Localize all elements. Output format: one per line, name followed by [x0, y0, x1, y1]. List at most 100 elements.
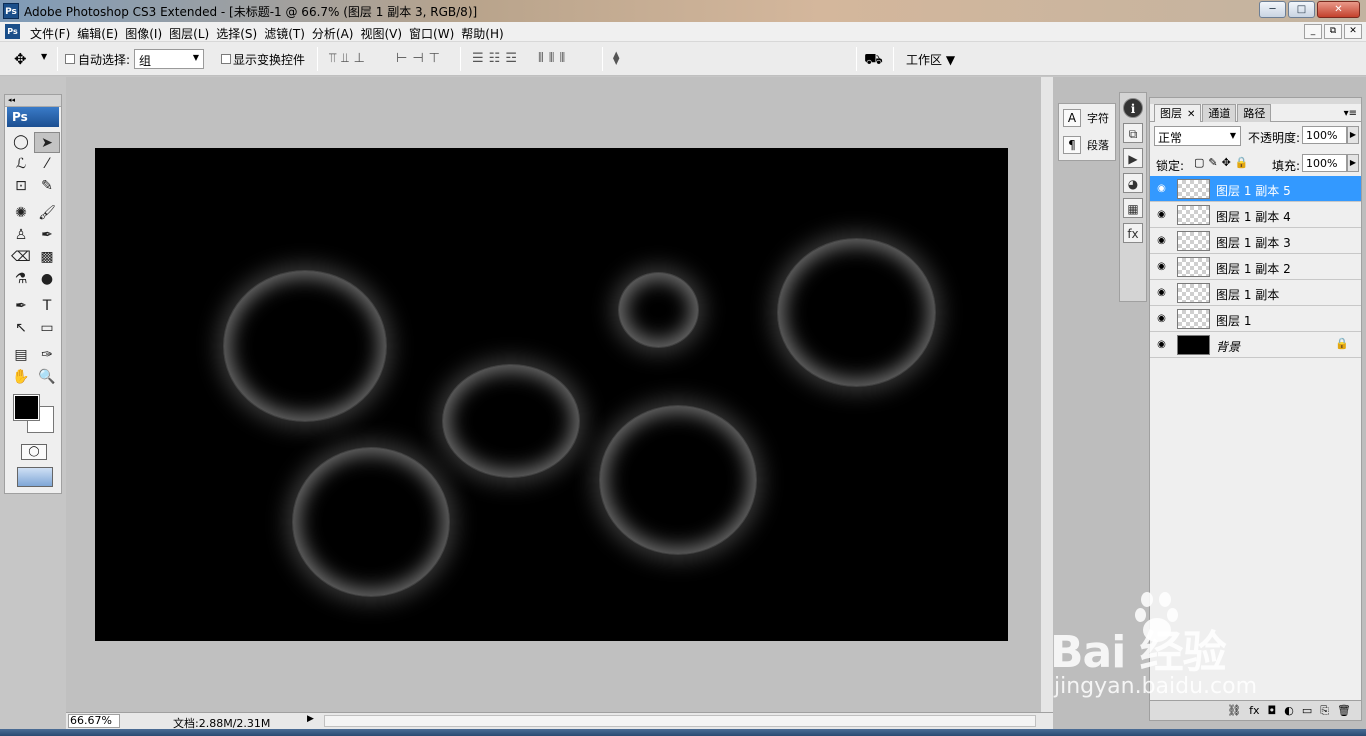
- delete-layer-icon[interactable]: 🗑: [1337, 704, 1351, 717]
- move-tool-icon[interactable]: ✥: [14, 50, 27, 68]
- marquee-tool-icon[interactable]: ◯: [8, 132, 34, 153]
- healing-brush-tool-icon[interactable]: ✺: [8, 203, 34, 224]
- align-left-button[interactable]: ⊢: [396, 51, 407, 66]
- toolbox-logo[interactable]: Ps: [7, 107, 59, 127]
- magic-wand-tool-icon[interactable]: ⁄: [34, 154, 60, 175]
- type-tool-icon[interactable]: T: [34, 296, 60, 317]
- path-selection-tool-icon[interactable]: ↖: [8, 318, 34, 339]
- lock-pixels-icon[interactable]: ✎: [1208, 156, 1217, 169]
- quick-mask-button[interactable]: ◯: [21, 444, 47, 460]
- menu-analysis[interactable]: 分析(A): [312, 25, 361, 42]
- menu-layer[interactable]: 图层(L): [169, 25, 216, 42]
- info-icon[interactable]: i: [1123, 98, 1143, 118]
- slice-tool-icon[interactable]: ✎: [34, 176, 60, 197]
- styles-icon[interactable]: fx: [1123, 223, 1143, 243]
- actions-icon[interactable]: ▶: [1123, 148, 1143, 168]
- auto-align-layers-button[interactable]: ⧫: [613, 51, 620, 66]
- character-panel-button[interactable]: A 字符: [1059, 104, 1115, 131]
- add-mask-icon[interactable]: ◘: [1268, 704, 1277, 717]
- layer-row[interactable]: ◉ 图层 1 副本: [1150, 280, 1361, 306]
- menu-filter[interactable]: 滤镜(T): [264, 25, 312, 42]
- document-canvas[interactable]: [95, 148, 1008, 641]
- visibility-eye-icon[interactable]: ◉: [1154, 233, 1169, 248]
- clone-stamp-tool-icon[interactable]: ♙: [8, 225, 34, 246]
- new-layer-icon[interactable]: ⎘: [1320, 704, 1329, 718]
- align-top-button[interactable]: ⫪: [329, 51, 336, 66]
- align-hcenter-button[interactable]: ⊣: [412, 51, 423, 66]
- lasso-tool-icon[interactable]: ℒ: [8, 154, 34, 175]
- new-group-icon[interactable]: ▭: [1302, 704, 1312, 717]
- visibility-eye-icon[interactable]: ◉: [1154, 285, 1169, 300]
- status-menu-arrow-icon[interactable]: ▶: [307, 714, 314, 724]
- swatches-icon[interactable]: ▦: [1123, 198, 1143, 218]
- tab-paths[interactable]: 路径: [1237, 104, 1272, 122]
- blend-mode-dropdown[interactable]: 正常 ▼: [1154, 126, 1241, 146]
- align-bottom-button[interactable]: ⊥: [354, 51, 365, 66]
- horizontal-scrollbar[interactable]: [324, 715, 1036, 727]
- distribute-right-button[interactable]: ⦀: [559, 51, 565, 66]
- visibility-eye-icon[interactable]: ◉: [1154, 181, 1169, 196]
- align-vcenter-button[interactable]: ⫫: [341, 51, 348, 66]
- visibility-eye-icon[interactable]: ◉: [1154, 337, 1169, 352]
- layer-row[interactable]: ◉ 背景 🔒: [1150, 332, 1361, 358]
- close-icon[interactable]: ✕: [1187, 109, 1195, 120]
- fill-input[interactable]: 100%: [1302, 154, 1347, 172]
- shape-tool-icon[interactable]: ▭: [34, 318, 60, 339]
- menu-file[interactable]: 文件(F): [30, 25, 77, 42]
- menu-help[interactable]: 帮助(H): [461, 25, 510, 42]
- layer-row[interactable]: ◉ 图层 1 副本 2: [1150, 254, 1361, 280]
- fill-slider-button[interactable]: ▶: [1347, 154, 1359, 172]
- document-logo-icon[interactable]: Ps: [5, 24, 20, 39]
- distribute-bottom-button[interactable]: ☲: [505, 51, 517, 66]
- doc-restore-button[interactable]: ⧉: [1324, 24, 1342, 39]
- workspace-menu[interactable]: 工作区 ▼: [906, 51, 955, 68]
- lock-all-icon[interactable]: 🔒: [1235, 156, 1249, 169]
- tab-channels[interactable]: 通道: [1202, 104, 1237, 122]
- auto-select-dropdown[interactable]: 组 ▼: [134, 49, 204, 69]
- visibility-eye-icon[interactable]: ◉: [1154, 207, 1169, 222]
- opacity-input[interactable]: 100%: [1302, 126, 1347, 144]
- menu-select[interactable]: 选择(S): [216, 25, 264, 42]
- eraser-tool-icon[interactable]: ⌫: [8, 247, 34, 268]
- eyedropper-tool-icon[interactable]: ✑: [34, 345, 60, 366]
- dodge-tool-icon[interactable]: ●: [34, 269, 60, 290]
- lock-position-icon[interactable]: ✥: [1222, 156, 1231, 169]
- distribute-vcenter-button[interactable]: ☷: [489, 51, 501, 66]
- gradient-tool-icon[interactable]: ▩: [34, 247, 60, 268]
- minimize-button[interactable]: ─: [1259, 1, 1286, 18]
- menu-view[interactable]: 视图(V): [360, 25, 409, 42]
- menu-image[interactable]: 图像(I): [125, 25, 169, 42]
- blur-tool-icon[interactable]: ⚗: [8, 269, 34, 290]
- maximize-button[interactable]: □: [1288, 1, 1315, 18]
- zoom-level-field[interactable]: 66.67%: [68, 714, 120, 728]
- doc-close-button[interactable]: ✕: [1344, 24, 1362, 39]
- opacity-slider-button[interactable]: ▶: [1347, 126, 1359, 144]
- move-tool-icon[interactable]: ➤: [34, 132, 60, 153]
- panel-menu-icon[interactable]: ▾≡: [1344, 108, 1357, 119]
- visibility-eye-icon[interactable]: ◉: [1154, 311, 1169, 326]
- lock-transparency-icon[interactable]: ▢: [1194, 156, 1204, 169]
- doc-minimize-button[interactable]: _: [1304, 24, 1322, 39]
- paragraph-panel-button[interactable]: ¶ 段落: [1059, 131, 1115, 158]
- link-layers-icon[interactable]: ⛓: [1227, 704, 1241, 717]
- layer-row[interactable]: ◉ 图层 1: [1150, 306, 1361, 332]
- distribute-top-button[interactable]: ☰: [472, 51, 484, 66]
- pen-tool-icon[interactable]: ✒: [8, 296, 34, 317]
- distribute-hcenter-button[interactable]: ⦀: [549, 51, 555, 66]
- notes-tool-icon[interactable]: ▤: [8, 345, 34, 366]
- auto-select-checkbox[interactable]: [65, 54, 75, 64]
- adjustment-layer-icon[interactable]: ◐: [1284, 704, 1294, 717]
- tab-layers[interactable]: 图层 ✕: [1154, 104, 1202, 122]
- align-right-button[interactable]: ⊤: [429, 51, 440, 66]
- color-icon[interactable]: ◕: [1123, 173, 1143, 193]
- bridge-icon[interactable]: ⛟: [864, 50, 883, 70]
- hand-tool-icon[interactable]: ✋: [8, 367, 34, 388]
- crop-tool-icon[interactable]: ⊡: [8, 176, 34, 197]
- toolbox-collapse-handle[interactable]: ◂◂: [5, 95, 61, 107]
- show-transform-checkbox[interactable]: [221, 54, 231, 64]
- distribute-left-button[interactable]: ⦀: [538, 51, 544, 66]
- menu-edit[interactable]: 编辑(E): [77, 25, 125, 42]
- foreground-color-swatch[interactable]: [13, 394, 40, 421]
- layer-row[interactable]: ◉ 图层 1 副本 5: [1150, 176, 1361, 202]
- menu-window[interactable]: 窗口(W): [409, 25, 461, 42]
